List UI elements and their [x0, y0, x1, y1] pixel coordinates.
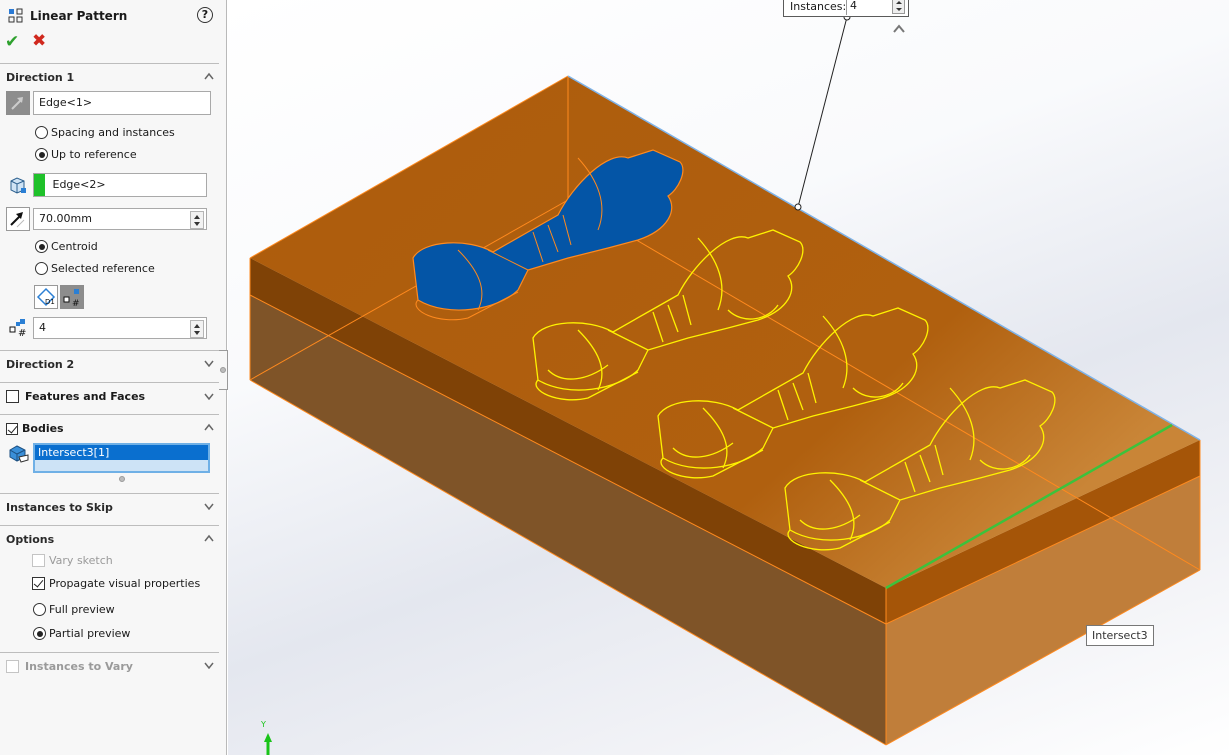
- instances-count-input[interactable]: 4: [33, 317, 207, 339]
- spacing-and-instances-radio[interactable]: Spacing and instances: [35, 126, 175, 139]
- reverse-offset-button[interactable]: [6, 207, 30, 231]
- bodies-icon: [9, 445, 29, 463]
- feature-header: Linear Pattern: [8, 7, 127, 25]
- divider: [0, 525, 219, 526]
- chevron-up-icon[interactable]: [204, 534, 214, 544]
- collapse-grip-icon: [220, 367, 226, 373]
- chevron-down-icon[interactable]: [204, 392, 214, 402]
- reference-edge-field[interactable]: Edge<2>: [33, 173, 207, 197]
- svg-text:#: #: [18, 328, 26, 338]
- instances-spinner[interactable]: [190, 320, 204, 338]
- reference-color-swatch: [34, 174, 45, 196]
- divider: [0, 350, 219, 351]
- instance-count-icon: #: [63, 289, 80, 309]
- body-tooltip: Intersect3: [1086, 625, 1154, 646]
- cancel-button[interactable]: ✖: [32, 31, 46, 51]
- model-view[interactable]: [228, 0, 1229, 755]
- instances-callout-spinner[interactable]: [892, 0, 905, 14]
- help-icon[interactable]: ?: [197, 7, 213, 23]
- offset-arrow-icon: [10, 212, 25, 228]
- direction-edge-toggle[interactable]: [6, 91, 30, 115]
- chevron-up-icon[interactable]: [893, 24, 905, 33]
- graphics-area[interactable]: Instances: 4 Intersect3 Y: [228, 0, 1229, 755]
- instances-to-vary-checkbox[interactable]: Instances to Vary: [6, 660, 133, 673]
- ok-button[interactable]: ✔: [5, 32, 19, 52]
- dimension-spacing-icon: D1: [36, 287, 56, 307]
- offset-distance-input[interactable]: 70.00mm: [33, 208, 207, 230]
- offset-spinner[interactable]: [190, 211, 204, 229]
- y-axis-label: Y: [261, 720, 266, 729]
- section-options-header[interactable]: Options: [6, 533, 54, 546]
- centroid-radio[interactable]: Centroid: [35, 240, 98, 253]
- callout-anchor: [794, 203, 802, 211]
- list-resize-grip[interactable]: [119, 476, 125, 482]
- divider: [0, 414, 219, 415]
- divider: [0, 493, 219, 494]
- section-direction2-header[interactable]: Direction 2: [6, 358, 74, 371]
- bodies-list[interactable]: Intersect3[1]: [33, 443, 210, 473]
- instance-count-icon: #: [9, 319, 26, 338]
- property-manager: Linear Pattern ? ✔ ✖ Direction 1 Edge<1>…: [0, 0, 227, 755]
- direction1-edge-field[interactable]: Edge<1>: [33, 91, 211, 115]
- divider: [0, 652, 219, 653]
- y-axis-arrow-icon: [264, 733, 272, 742]
- reference-vertex-icon: [10, 177, 26, 194]
- section-direction1-header[interactable]: Direction 1: [6, 71, 74, 84]
- vary-sketch-checkbox[interactable]: Vary sketch: [32, 554, 113, 567]
- chevron-down-icon[interactable]: [204, 359, 214, 369]
- features-and-faces-checkbox[interactable]: Features and Faces: [6, 390, 145, 403]
- feature-title: Linear Pattern: [30, 9, 128, 23]
- chevron-up-icon[interactable]: [204, 72, 214, 82]
- instances-callout-label: Instances:: [790, 0, 847, 13]
- propagate-visual-properties-checkbox[interactable]: Propagate visual properties: [32, 577, 200, 590]
- body-list-item[interactable]: Intersect3[1]: [35, 445, 208, 460]
- chevron-down-icon[interactable]: [204, 661, 214, 671]
- chevron-up-icon[interactable]: [204, 423, 214, 433]
- up-to-reference-radio[interactable]: Up to reference: [35, 148, 137, 161]
- divider: [0, 63, 219, 64]
- svg-text:D1: D1: [45, 298, 55, 306]
- instances-callout[interactable]: Instances: 4: [783, 0, 909, 17]
- selected-reference-radio[interactable]: Selected reference: [35, 262, 155, 275]
- linear-pattern-icon: [8, 8, 23, 23]
- instances-callout-input[interactable]: 4: [846, 0, 890, 15]
- bodies-checkbox[interactable]: Bodies: [6, 422, 64, 435]
- chevron-down-icon[interactable]: [204, 502, 214, 512]
- svg-text:#: #: [72, 299, 80, 308]
- panel-collapse-handle[interactable]: [219, 350, 228, 390]
- section-instances-to-skip-header[interactable]: Instances to Skip: [6, 501, 113, 514]
- direction-arrow-icon: [11, 97, 23, 110]
- callout-leader-line: [797, 16, 848, 208]
- spacing-mode-button[interactable]: D1: [34, 285, 58, 309]
- instances-mode-button[interactable]: #: [60, 285, 84, 309]
- full-preview-radio[interactable]: Full preview: [33, 603, 115, 616]
- partial-preview-radio[interactable]: Partial preview: [33, 627, 130, 640]
- divider: [0, 382, 219, 383]
